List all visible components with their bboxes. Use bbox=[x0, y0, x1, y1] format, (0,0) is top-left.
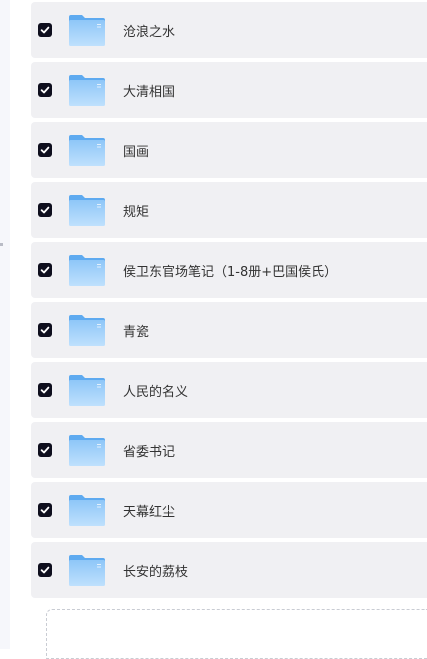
folder-row[interactable]: 省委书记 bbox=[31, 422, 427, 478]
check-icon bbox=[40, 566, 50, 574]
folder-row[interactable]: 青瓷 bbox=[31, 302, 427, 358]
check-icon bbox=[40, 506, 50, 514]
check-icon bbox=[40, 266, 50, 274]
folder-row[interactable]: 沧浪之水 bbox=[31, 2, 427, 58]
folder-checkbox[interactable] bbox=[38, 263, 52, 277]
upload-dropzone[interactable] bbox=[46, 609, 427, 659]
folder-checkbox[interactable] bbox=[38, 443, 52, 457]
folder-name[interactable]: 长安的荔枝 bbox=[123, 561, 188, 580]
left-panel-edge bbox=[0, 0, 10, 649]
folder-row[interactable]: 国画 bbox=[31, 122, 427, 178]
folder-name[interactable]: 规矩 bbox=[123, 201, 149, 220]
folder-name[interactable]: 沧浪之水 bbox=[123, 21, 175, 40]
folder-row[interactable]: 规矩 bbox=[31, 182, 427, 238]
check-icon bbox=[40, 146, 50, 154]
folder-name[interactable]: 国画 bbox=[123, 141, 149, 160]
folder-icon bbox=[69, 494, 105, 526]
folder-icon bbox=[69, 74, 105, 106]
folder-checkbox[interactable] bbox=[38, 383, 52, 397]
folder-name[interactable]: 青瓷 bbox=[123, 321, 149, 340]
folder-icon bbox=[69, 434, 105, 466]
folder-icon bbox=[69, 254, 105, 286]
folder-checkbox[interactable] bbox=[38, 143, 52, 157]
folder-row[interactable]: 人民的名义 bbox=[31, 362, 427, 418]
folder-name[interactable]: 侯卫东官场笔记（1-8册+巴国侯氏） bbox=[123, 261, 337, 280]
folder-checkbox[interactable] bbox=[38, 503, 52, 517]
check-icon bbox=[40, 446, 50, 454]
folder-icon bbox=[69, 374, 105, 406]
folder-icon bbox=[69, 134, 105, 166]
folder-checkbox[interactable] bbox=[38, 83, 52, 97]
folder-name[interactable]: 大清相国 bbox=[123, 81, 175, 100]
folder-icon bbox=[69, 314, 105, 346]
folder-row[interactable]: 侯卫东官场笔记（1-8册+巴国侯氏） bbox=[31, 242, 427, 298]
check-icon bbox=[40, 326, 50, 334]
folder-name[interactable]: 人民的名义 bbox=[123, 381, 188, 400]
folder-row[interactable]: 大清相国 bbox=[31, 62, 427, 118]
check-icon bbox=[40, 86, 50, 94]
folder-icon bbox=[69, 14, 105, 46]
folder-name[interactable]: 天幕红尘 bbox=[123, 501, 175, 520]
folder-name[interactable]: 省委书记 bbox=[123, 441, 175, 460]
folder-checkbox[interactable] bbox=[38, 203, 52, 217]
folder-icon bbox=[69, 194, 105, 226]
folder-row[interactable]: 天幕红尘 bbox=[31, 482, 427, 538]
folder-checkbox[interactable] bbox=[38, 563, 52, 577]
check-icon bbox=[40, 26, 50, 34]
check-icon bbox=[40, 206, 50, 214]
folder-icon bbox=[69, 554, 105, 586]
folder-checkbox[interactable] bbox=[38, 23, 52, 37]
check-icon bbox=[40, 386, 50, 394]
folder-row[interactable]: 长安的荔枝 bbox=[31, 542, 427, 598]
left-panel-marker bbox=[0, 243, 3, 246]
folder-checkbox[interactable] bbox=[38, 323, 52, 337]
